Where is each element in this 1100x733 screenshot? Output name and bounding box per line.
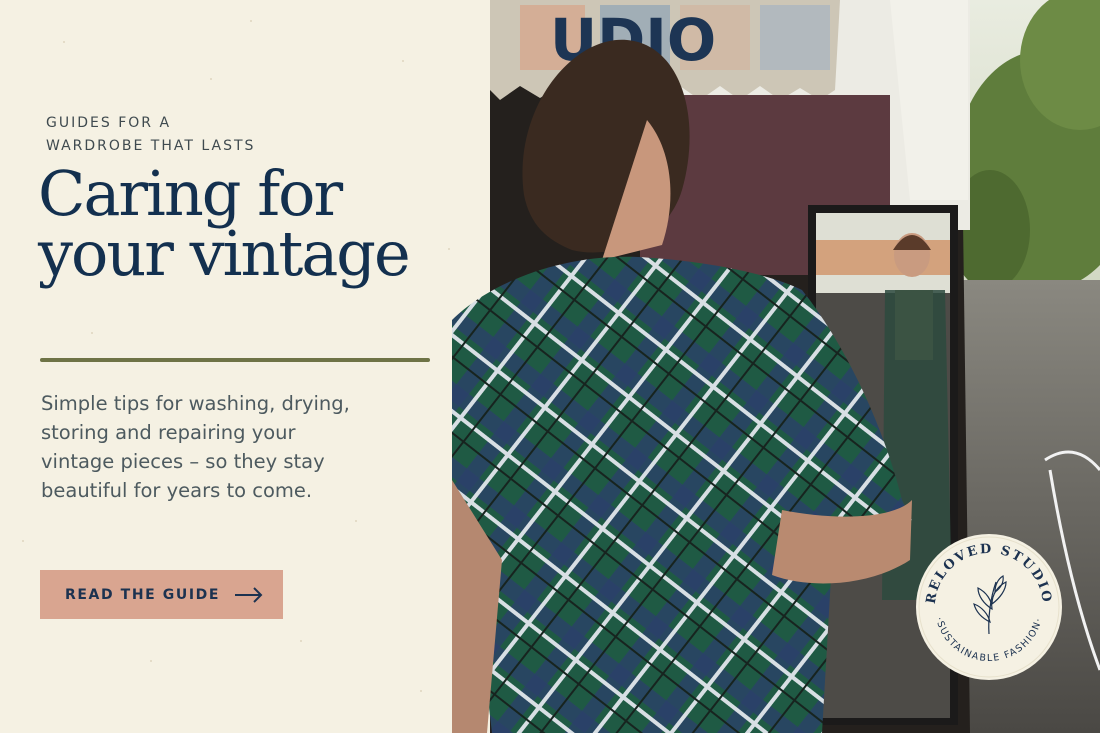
seal-top-text: RELOVED STUDIO	[924, 542, 1052, 605]
title-line: Caring for	[38, 157, 343, 230]
title-line: your vintage	[38, 217, 411, 290]
intro-line: vintage pieces – so they stay	[41, 450, 325, 473]
eyebrow-line: GUIDES FOR A	[46, 115, 172, 131]
read-guide-button[interactable]: READ THE GUIDE	[40, 570, 283, 619]
read-guide-label: READ THE GUIDE	[65, 586, 221, 603]
brand-seal: RELOVED STUDIO ·SUSTAINABLE FASHION·	[916, 534, 1062, 680]
leaf-sprig-icon	[973, 575, 1007, 635]
intro-paragraph: Simple tips for washing, drying, storing…	[41, 389, 431, 505]
eyebrow-line: WARDROBE THAT LASTS	[46, 138, 256, 154]
divider	[40, 358, 430, 362]
arrow-right-icon	[235, 587, 263, 603]
text-panel: GUIDES FOR A WARDROBE THAT LASTS Caring …	[0, 0, 490, 733]
intro-line: beautiful for years to come.	[41, 479, 313, 502]
page-title: Caring for your vintage	[38, 157, 478, 290]
shopper-illustration	[452, 39, 912, 733]
svg-text:RELOVED STUDIO: RELOVED STUDIO	[924, 542, 1054, 605]
eyebrow-text: GUIDES FOR A WARDROBE THAT LASTS	[46, 112, 346, 158]
intro-line: Simple tips for washing, drying,	[41, 392, 350, 415]
intro-line: storing and repairing your	[41, 421, 296, 444]
